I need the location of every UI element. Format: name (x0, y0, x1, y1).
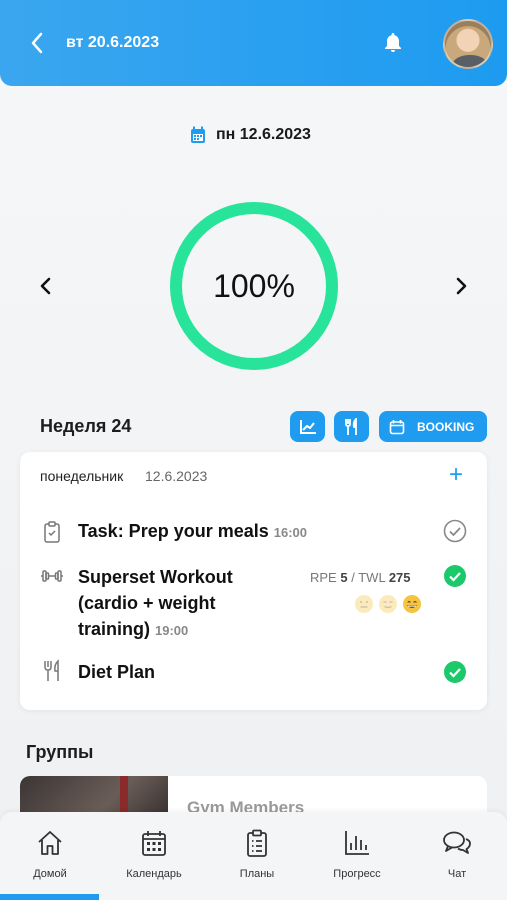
booking-button[interactable]: BOOKING (379, 411, 487, 442)
header-date: вт 20.6.2023 (66, 34, 160, 51)
day-card: понедельник 12.6.2023 + Task: Prep your … (20, 452, 487, 710)
workout-row[interactable]: Superset Workout (cardio + weight traini… (78, 564, 233, 644)
neutral-face-icon[interactable] (354, 594, 374, 614)
diet-title: Diet Plan (78, 662, 156, 682)
workout-time: 19:00 (155, 623, 189, 638)
tab-label: Прогресс (333, 868, 381, 880)
groups-title: Группы (26, 742, 94, 762)
task-clipboard-icon (44, 521, 60, 543)
rpe-label: RPE (310, 570, 337, 585)
progress-percent: 100% (213, 268, 295, 304)
rpe-value: 5 (340, 570, 348, 585)
tab-chat[interactable]: Чат (407, 828, 507, 880)
prev-day-arrow-icon[interactable] (38, 276, 54, 296)
trend-chart-icon (299, 419, 316, 434)
tab-plans[interactable]: Планы (207, 828, 307, 880)
user-avatar[interactable] (443, 19, 493, 69)
calendar-outline-icon (389, 419, 405, 434)
card-weekday: понедельник (40, 468, 124, 484)
tab-label: Планы (239, 868, 275, 880)
home-icon (38, 831, 62, 855)
check-done-icon[interactable] (443, 660, 467, 684)
bar-chart-icon (345, 831, 369, 855)
check-done-icon[interactable] (443, 564, 467, 588)
diet-row[interactable]: Diet Plan (78, 659, 155, 685)
task-time: 16:00 (273, 525, 308, 540)
workout-title-line-3: training) (78, 619, 150, 639)
booking-label: BOOKING (417, 419, 475, 434)
workout-title-line-2: (cardio + weight (78, 593, 216, 613)
tab-home[interactable]: Домой (0, 828, 100, 880)
nutrition-button[interactable] (334, 411, 369, 442)
workout-title-line-1: Superset Workout (78, 567, 233, 587)
tab-progress[interactable]: Прогресс (307, 828, 407, 880)
next-day-arrow-icon[interactable] (453, 276, 469, 296)
chat-icon (443, 831, 471, 854)
twl-value: 275 (388, 570, 411, 585)
bell-icon[interactable] (381, 31, 405, 55)
fork-knife-icon (344, 417, 357, 435)
tab-label: Чат (447, 868, 467, 880)
selected-date-label: пн 12.6.2023 (216, 126, 311, 143)
week-title: Неделя 24 (40, 416, 132, 436)
clipboard-icon (247, 829, 267, 857)
slight-smile-face-icon[interactable] (378, 594, 398, 614)
back-arrow-icon[interactable] (28, 31, 46, 55)
mood-rating (354, 594, 422, 614)
check-outline-icon[interactable] (443, 519, 467, 543)
twl-label: TWL (358, 570, 386, 585)
dumbbell-icon (41, 570, 63, 582)
add-item-button[interactable]: + (449, 463, 463, 487)
tab-label: Домой (33, 868, 67, 880)
bottom-tab-bar: Домой Календарь Планы Прогресс Чат (0, 812, 507, 900)
active-tab-indicator (0, 894, 99, 900)
app-header: вт 20.6.2023 (0, 0, 507, 86)
task-row[interactable]: Task: Prep your meals 16:00 (78, 518, 307, 546)
tab-calendar[interactable]: Календарь (104, 828, 204, 880)
grinning-face-icon[interactable] (402, 594, 422, 614)
calendar-icon (191, 126, 205, 143)
rpe-twl-info: RPE 5 / TWL 275 (310, 570, 411, 585)
card-date: 12.6.2023 (145, 468, 208, 484)
calendar-icon (142, 831, 166, 856)
tab-label: Календарь (126, 868, 182, 880)
selected-date[interactable]: пн 12.6.2023 (190, 126, 311, 144)
task-title: Task: Prep your meals (78, 521, 269, 541)
stats-button[interactable] (290, 411, 325, 442)
diet-fork-knife-icon (44, 659, 59, 681)
rpe-separator: / (351, 570, 355, 585)
